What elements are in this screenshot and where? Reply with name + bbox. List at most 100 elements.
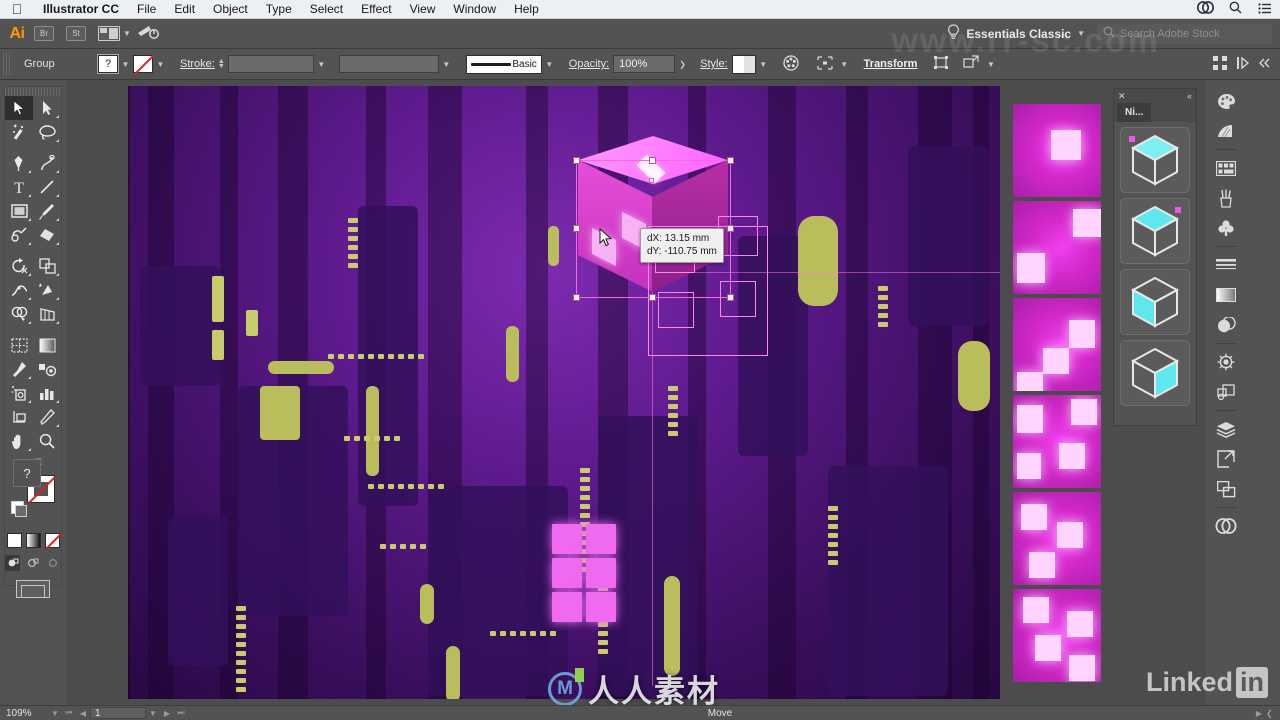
artwork-tile-2[interactable] [1013,201,1101,294]
symbols-panel-icon[interactable] [1210,213,1242,243]
asset-export-panel-icon[interactable] [1210,474,1242,504]
gradient-panel-icon[interactable] [1210,280,1242,310]
apple-icon[interactable]:  [0,2,34,16]
menu-item-type[interactable]: Type [257,0,301,19]
recolor-artwork-icon[interactable] [779,55,803,74]
menu-item-object[interactable]: Object [204,0,257,19]
arrange-documents-icon[interactable] [98,26,120,41]
hand-tool[interactable] [5,429,33,453]
floating-panel[interactable]: ✕ « Ni... [1113,88,1197,426]
layers-panel-icon[interactable] [1210,414,1242,444]
stroke-profile-field[interactable] [339,55,439,73]
slice-tool[interactable] [33,405,61,429]
draw-behind-button[interactable] [25,555,40,571]
stroke-swatch[interactable] [133,55,153,73]
zoom-level[interactable]: 109% [0,708,48,719]
stroke-weight-stepper[interactable]: ▲▼ [218,59,225,69]
paintbrush-tool[interactable] [33,199,61,223]
opacity-label[interactable]: Opacity: [569,58,609,70]
stroke-chevron-down-icon[interactable]: ▼ [153,60,168,69]
play-icon[interactable]: ▶ [1252,709,1266,718]
control-bar-grip[interactable] [3,53,12,75]
preferences-icon[interactable] [1232,56,1256,73]
none-mode-button[interactable] [45,533,60,548]
cube-thumbnail-top-face[interactable] [1120,127,1190,193]
artboards-panel-icon[interactable] [1210,444,1242,474]
perspective-grid-tool[interactable] [33,302,61,326]
close-icon[interactable]: ✕ [1118,91,1126,102]
line-segment-tool[interactable] [33,175,61,199]
draw-normal-button[interactable] [5,555,20,571]
arrange-chevron-down-icon[interactable]: ▼ [123,29,131,38]
tools-panel-grip[interactable] [5,87,61,96]
selection-tool[interactable] [5,96,33,120]
default-fill-stroke-icon[interactable] [11,501,24,514]
curvature-tool[interactable] [33,151,61,175]
previous-artboard-icon[interactable]: ◀ [76,709,90,718]
draw-inside-button[interactable] [46,555,61,571]
artboard[interactable] [128,86,1000,699]
zoom-tool[interactable] [33,429,61,453]
color-panel-icon[interactable] [1210,86,1242,116]
rectangle-tool[interactable] [5,199,33,223]
tool-status-label[interactable]: Move [645,708,795,719]
mesh-tool[interactable] [5,333,33,357]
brushes-panel-icon[interactable] [1210,183,1242,213]
artwork-tile-1[interactable] [1013,104,1101,197]
bridge-button[interactable]: Br [34,26,54,41]
select-similar-chevron-down-icon[interactable]: ▼ [837,60,852,69]
shape-builder-tool[interactable] [5,302,33,326]
document-setup-icon[interactable] [1208,56,1232,73]
stroke-panel-icon[interactable] [1210,250,1242,280]
artwork-tile-4[interactable] [1013,395,1101,488]
menu-item-edit[interactable]: Edit [165,0,204,19]
gradient-tool[interactable] [33,333,61,357]
width-tool[interactable] [5,278,33,302]
type-tool[interactable]: T [5,175,33,199]
menu-item-help[interactable]: Help [505,0,548,19]
cube-thumbnail-top-face-2[interactable] [1120,198,1190,264]
cube-thumbnail-left-face[interactable] [1120,269,1190,335]
floating-panel-header[interactable]: ✕ « [1114,89,1196,103]
artwork-tile-5[interactable] [1013,492,1101,585]
artboard-tool[interactable] [5,405,33,429]
menu-item-effect[interactable]: Effect [352,0,400,19]
graphic-styles-panel-icon[interactable] [1210,377,1242,407]
blend-tool[interactable] [33,357,61,381]
opacity-field[interactable]: 100% [613,55,675,73]
scale-tool[interactable] [33,254,61,278]
toolbar-fill-swatch[interactable]: ? [13,459,41,487]
select-similar-icon[interactable] [813,56,837,73]
artboard-number-field[interactable]: 1 [90,707,146,719]
collapse-panel-icon[interactable]: « [1187,91,1192,101]
brush-chevron-down-icon[interactable]: ▼ [542,60,557,69]
appearance-panel-icon[interactable] [1210,347,1242,377]
color-mode-button[interactable] [7,533,22,548]
gradient-mode-button[interactable] [26,533,41,548]
floating-panel-tab[interactable]: Ni... [1117,103,1151,122]
symbol-sprayer-tool[interactable] [5,381,33,405]
color-guide-icon[interactable] [1210,116,1242,146]
menu-item-view[interactable]: View [401,0,445,19]
pen-tool[interactable] [5,151,33,175]
stroke-weight-chevron-down-icon[interactable]: ▼ [314,60,329,69]
rotate-tool[interactable] [5,254,33,278]
swatches-panel-icon[interactable] [1210,153,1242,183]
resize-icon[interactable]: ❮ [1266,709,1280,718]
artwork-tile-6[interactable] [1013,589,1101,682]
column-graph-tool[interactable] [33,381,61,405]
style-label[interactable]: Style: [700,58,728,70]
stroke-profile-chevron-down-icon[interactable]: ▼ [439,60,454,69]
cube-thumbnail-right-face[interactable] [1120,340,1190,406]
libraries-panel-icon[interactable] [1210,511,1242,541]
first-artboard-icon[interactable]: ⏮ [62,708,76,718]
menu-item-window[interactable]: Window [444,0,505,19]
lasso-tool[interactable] [33,120,61,144]
opacity-options-icon[interactable]: ❯ [675,60,690,69]
artboard-chevron-down-icon[interactable]: ▼ [146,709,160,718]
shaper-tool[interactable] [5,223,33,247]
stroke-weight-label[interactable]: Stroke: [180,58,215,70]
list-icon[interactable] [1250,2,1280,17]
artwork-tile-3[interactable] [1013,298,1101,391]
fill-chevron-down-icon[interactable]: ▼ [118,60,133,69]
